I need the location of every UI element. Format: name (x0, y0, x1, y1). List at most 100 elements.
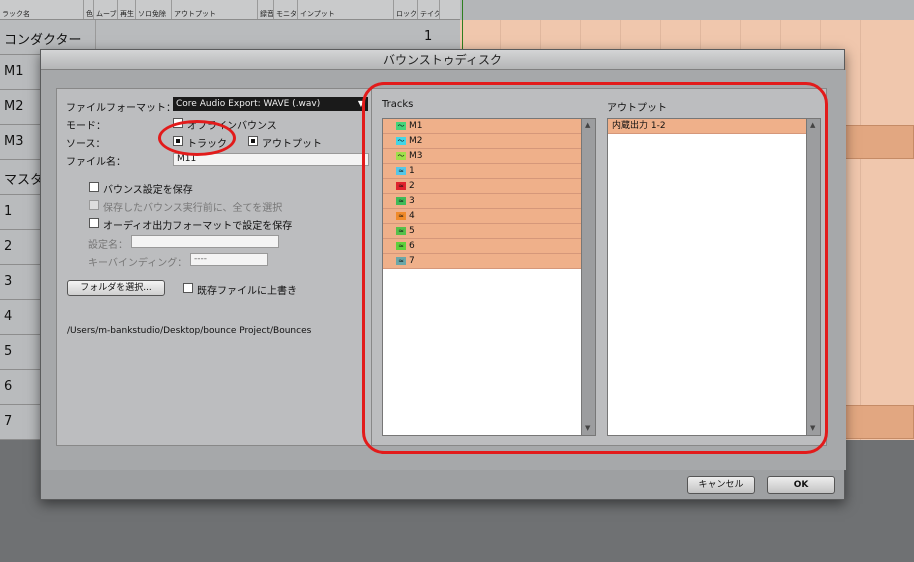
track-list-item[interactable]: ≈6 (383, 239, 581, 254)
ok-button[interactable]: OK (767, 476, 835, 494)
audio-wave-icon: ≈ (396, 242, 406, 250)
track-list-item-name: M3 (409, 151, 423, 161)
filename-field[interactable]: M11 (173, 153, 369, 166)
audio-wave-icon: ≈ (396, 227, 406, 235)
bounce-path: /Users/m-bankstudio/Desktop/bounce Proje… (67, 326, 312, 336)
save-audio-format-label: オーディオ出力フォーマットで設定を保存 (103, 221, 293, 232)
midi-wave-icon: 〜 (396, 122, 406, 130)
column-header: テイク (418, 0, 440, 19)
audio-wave-icon: ≈ (396, 167, 406, 175)
save-bounce-settings-label: バウンス設定を保存 (103, 185, 193, 196)
tracks-scrollbar[interactable]: ▲ ▼ (581, 119, 595, 435)
column-header: 色 (84, 0, 94, 19)
audio-wave-icon: ≈ (396, 182, 406, 190)
audio-wave-icon: ≈ (396, 212, 406, 220)
file-format-label: ファイルフォーマット： (66, 103, 176, 114)
scroll-up-icon[interactable]: ▲ (585, 121, 590, 129)
settings-name-label: 設定名： (88, 240, 128, 251)
output-scrollbar[interactable]: ▲ ▼ (806, 119, 820, 435)
save-audio-format-checkbox[interactable] (89, 218, 99, 228)
scroll-down-icon[interactable]: ▼ (585, 424, 590, 432)
track-list-item-name: 2 (409, 181, 415, 191)
column-header: ムーブ (94, 0, 118, 19)
midi-wave-icon: 〜 (396, 137, 406, 145)
track-list-item-name: 6 (409, 241, 415, 251)
key-binding-field[interactable]: ---- (190, 253, 268, 266)
select-all-before-label: 保存したバウンス実行前に、全てを選択 (103, 203, 283, 214)
key-binding-label: キーバインディング： (88, 258, 188, 269)
select-all-before-checkbox[interactable] (89, 200, 99, 210)
audio-wave-icon: ≈ (396, 197, 406, 205)
source-track-label: トラック (187, 139, 227, 150)
routing-panel: Tracks アウトプット 〜 M1 〜 M2 〜 M3 ≈1 ≈2 ≈3 ≈4 ≈5 ≈6 ≈7 ▲ … (371, 88, 827, 446)
track-list-header: ラック名色ムーブ 再生 ソロ免除 アウトプット 録音 モニタ インプット ロック テイク (0, 0, 460, 20)
source-label: ソース： (66, 139, 106, 150)
track-name: 2 (4, 239, 13, 254)
track-list-item[interactable]: ≈1 (383, 164, 581, 179)
app-window: ラック名色ムーブ 再生 ソロ免除 アウトプット 録音 モニタ インプット ロック テイク コンダ… (0, 0, 914, 562)
track-name: 6 (4, 379, 13, 394)
track-list-item[interactable]: ≈2 (383, 179, 581, 194)
track-list-item[interactable]: ≈7 (383, 254, 581, 269)
settings-name-field[interactable] (131, 235, 279, 248)
source-output-label: アウトプット (262, 139, 322, 150)
column-header: モニタ (274, 0, 298, 19)
output-list-item[interactable]: 内蔵出力 1-2 (608, 119, 806, 134)
cancel-button[interactable]: キャンセル (687, 476, 755, 494)
column-header: アウトプット (172, 0, 258, 19)
dialog-body: ファイルフォーマット： Core Audio Export: WAVE (.wa… (41, 70, 846, 470)
output-header: アウトプット (607, 103, 667, 114)
column-header: ソロ免除 (136, 0, 172, 19)
track-name: 7 (4, 414, 13, 429)
tracks-rows: 〜 M1 〜 M2 〜 M3 ≈1 ≈2 ≈3 ≈4 ≈5 ≈6 ≈7 (383, 119, 581, 269)
grid-line (860, 20, 861, 440)
column-header: ラック名 (0, 0, 84, 19)
track-list-item-name: M1 (409, 121, 423, 131)
track-name: M3 (4, 134, 24, 149)
offline-bounce-label: オフラインバウンス (187, 121, 277, 132)
track-name: 4 (4, 309, 13, 324)
file-format-select[interactable]: Core Audio Export: WAVE (.wav) ▼ (173, 97, 368, 111)
source-track-radio[interactable] (173, 136, 183, 146)
track-list-item-name: 1 (409, 166, 415, 176)
tracks-header: Tracks (382, 99, 414, 110)
midi-wave-icon: 〜 (396, 152, 406, 160)
filename-label: ファイル名： (66, 157, 126, 168)
source-output-radio[interactable] (248, 136, 258, 146)
column-header: 再生 (118, 0, 136, 19)
track-name: コンダクター (4, 33, 82, 48)
save-bounce-settings-checkbox[interactable] (89, 182, 99, 192)
track-list-item-name: 7 (409, 256, 415, 266)
track-list-item-name: 3 (409, 196, 415, 206)
track-list-item-name: 4 (409, 211, 415, 221)
column-header: ロック (394, 0, 418, 19)
timeline-ruler[interactable] (460, 0, 914, 20)
audio-wave-icon: ≈ (396, 257, 406, 265)
track-list-item[interactable]: ≈3 (383, 194, 581, 209)
track-list-item[interactable]: ≈5 (383, 224, 581, 239)
track-list-item-name: 5 (409, 226, 415, 236)
scroll-down-icon[interactable]: ▼ (810, 424, 815, 432)
overwrite-existing-checkbox[interactable] (183, 283, 193, 293)
offline-bounce-checkbox[interactable] (173, 118, 183, 128)
output-list[interactable]: 内蔵出力 1-2 ▲ ▼ (607, 118, 821, 436)
overwrite-existing-label: 既存ファイルに上書き (197, 286, 297, 297)
track-list-item-name: M2 (409, 136, 423, 146)
scroll-up-icon[interactable]: ▲ (810, 121, 815, 129)
track-list-item[interactable]: 〜 M2 (383, 134, 581, 149)
file-format-value: Core Audio Export: WAVE (.wav) (176, 99, 321, 109)
column-header: 録音 (258, 0, 274, 19)
bounce-to-disk-dialog: バウンストゥディスク ファイルフォーマット： Core Audio Export… (40, 49, 846, 500)
tracks-list[interactable]: 〜 M1 〜 M2 〜 M3 ≈1 ≈2 ≈3 ≈4 ≈5 ≈6 ≈7 ▲ ▼ (382, 118, 596, 436)
audio-clip[interactable] (844, 405, 914, 439)
take-number: 1 (424, 29, 433, 44)
track-list-item[interactable]: 〜 M1 (383, 119, 581, 134)
track-list-item[interactable]: 〜 M3 (383, 149, 581, 164)
track-list-item[interactable]: ≈4 (383, 209, 581, 224)
dialog-title: バウンストゥディスク (41, 50, 844, 70)
choose-folder-button[interactable]: フォルダを選択... (67, 280, 165, 296)
track-name: 3 (4, 274, 13, 289)
output-list-item-name: 内蔵出力 1-2 (612, 121, 666, 131)
audio-clip[interactable] (844, 125, 914, 159)
track-name: M2 (4, 99, 24, 114)
